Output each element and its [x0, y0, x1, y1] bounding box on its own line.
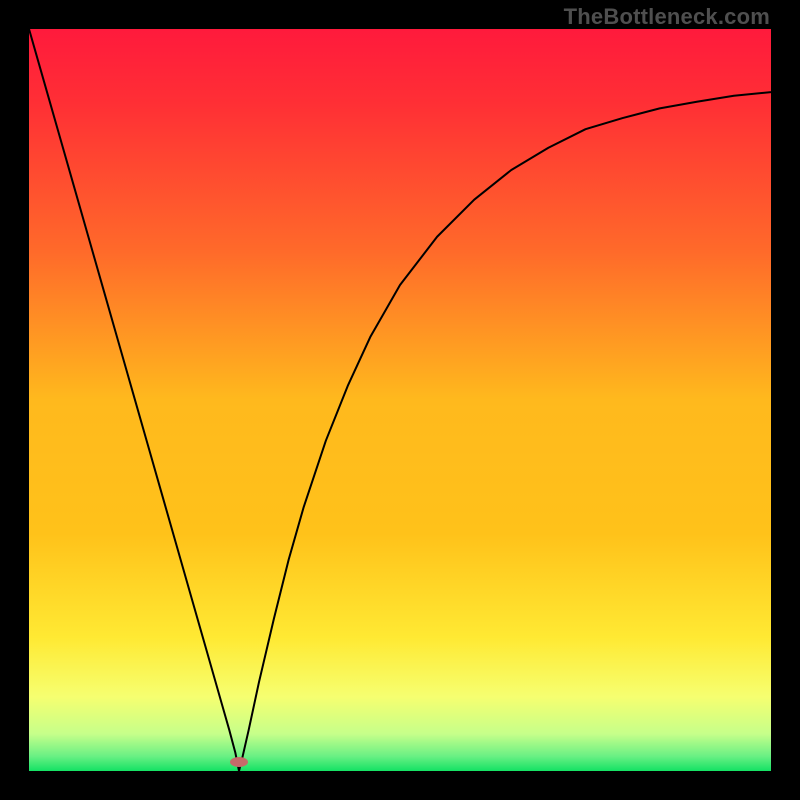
heatmap-background [29, 29, 771, 771]
outer-frame: TheBottleneck.com [0, 0, 800, 800]
watermark-text: TheBottleneck.com [564, 4, 770, 30]
chart-plot [29, 29, 771, 771]
